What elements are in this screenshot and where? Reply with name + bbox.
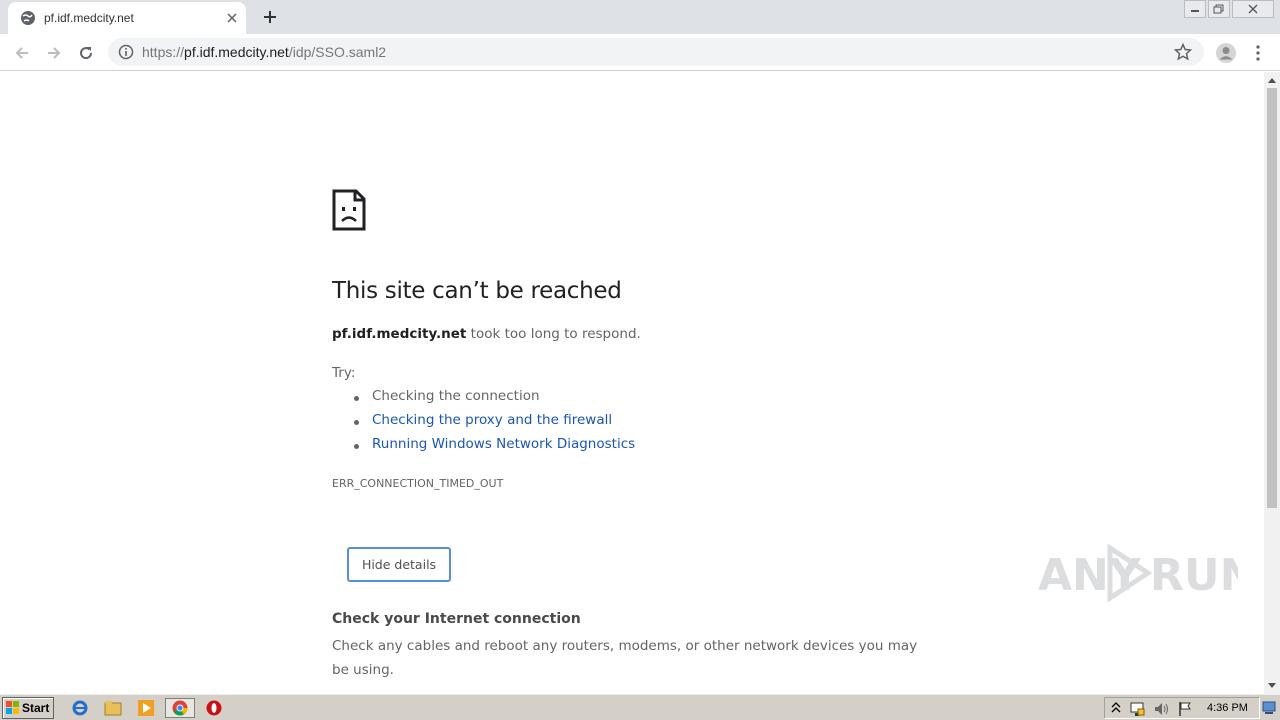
back-arrow-icon[interactable] [10,41,34,65]
system-tray: 4:36 PM [1104,697,1260,719]
suggestion-check-connection: Checking the connection [353,388,635,412]
window-close-icon[interactable] [1232,0,1274,18]
suggestions-list: Checking the connection Checking the pro… [353,388,635,460]
details-title: Check your Internet connection [332,611,581,627]
start-button[interactable]: Start [2,697,54,719]
error-code: ERR_CONNECTION_TIMED_OUT [332,477,504,490]
show-desktop-icon[interactable] [1262,699,1276,715]
forward-arrow-icon[interactable] [42,41,66,65]
clock[interactable]: 4:36 PM [1207,702,1248,714]
scrollbar-thumb[interactable] [1267,88,1277,508]
media-player-icon[interactable] [136,698,156,718]
tab-strip: pf.idf.medcity.net [0,0,1280,34]
info-icon[interactable] [118,44,134,60]
reload-icon[interactable] [74,41,98,65]
vertical-scrollbar[interactable] [1264,72,1280,694]
new-tab-icon[interactable] [258,6,282,28]
browser-toolbar: https://pf.idf.medcity.net/idp/SSO.saml2 [0,34,1280,71]
details-body: Check any cables and reboot any routers,… [332,638,918,678]
suggestion-proxy-firewall-link[interactable]: Checking the proxy and the firewall [353,412,635,436]
page-content: This site can’t be reached pf.idf.medcit… [0,72,1264,694]
try-label: Try: [332,365,356,381]
url-path: /idp/SSO.saml2 [288,44,387,60]
tab-active[interactable]: pf.idf.medcity.net [8,2,246,34]
anyrun-watermark-logo: ANY RUN [1038,543,1238,603]
profile-avatar-icon[interactable] [1214,41,1238,65]
error-description: pf.idf.medcity.net took too long to resp… [332,326,641,342]
tab-title: pf.idf.medcity.net [44,11,134,25]
explorer-icon[interactable] [103,698,123,718]
watermark-run-text: RUN [1150,550,1238,601]
url-scheme: https:// [142,44,185,60]
volume-icon[interactable] [1153,701,1169,717]
ie-icon[interactable] [70,698,90,718]
bookmark-star-icon[interactable] [1174,43,1192,61]
start-label: Start [22,701,50,715]
error-description-suffix: took too long to respond. [466,326,641,342]
menu-kebab-icon[interactable] [1246,41,1270,65]
windows-logo-icon [6,701,19,714]
url-text[interactable]: https://pf.idf.medcity.net/idp/SSO.saml2 [142,44,386,60]
restore-icon[interactable] [1208,0,1230,18]
chrome-icon[interactable] [165,698,195,718]
sad-document-icon [332,189,366,231]
minimize-icon[interactable] [1184,0,1206,18]
globe-icon [21,11,35,25]
network-icon[interactable] [1129,701,1145,717]
scroll-up-arrow-icon[interactable] [1268,78,1276,83]
error-host: pf.idf.medcity.net [332,326,467,342]
action-center-flag-icon[interactable] [1177,701,1193,717]
tab-close-icon[interactable] [224,10,240,26]
show-hidden-icons-icon[interactable] [1111,701,1121,715]
suggestion-network-diagnostics-link[interactable]: Running Windows Network Diagnostics [353,436,635,460]
opera-icon[interactable] [204,698,224,718]
windows-taskbar: Start 4:36 PM [0,694,1280,720]
url-host: pf.idf.medcity.net [184,44,289,60]
scroll-down-arrow-icon[interactable] [1268,683,1276,688]
hide-details-button[interactable]: Hide details [347,547,451,582]
error-heading: This site can’t be reached [332,278,622,304]
address-bar[interactable]: https://pf.idf.medcity.net/idp/SSO.saml2 [108,38,1204,66]
